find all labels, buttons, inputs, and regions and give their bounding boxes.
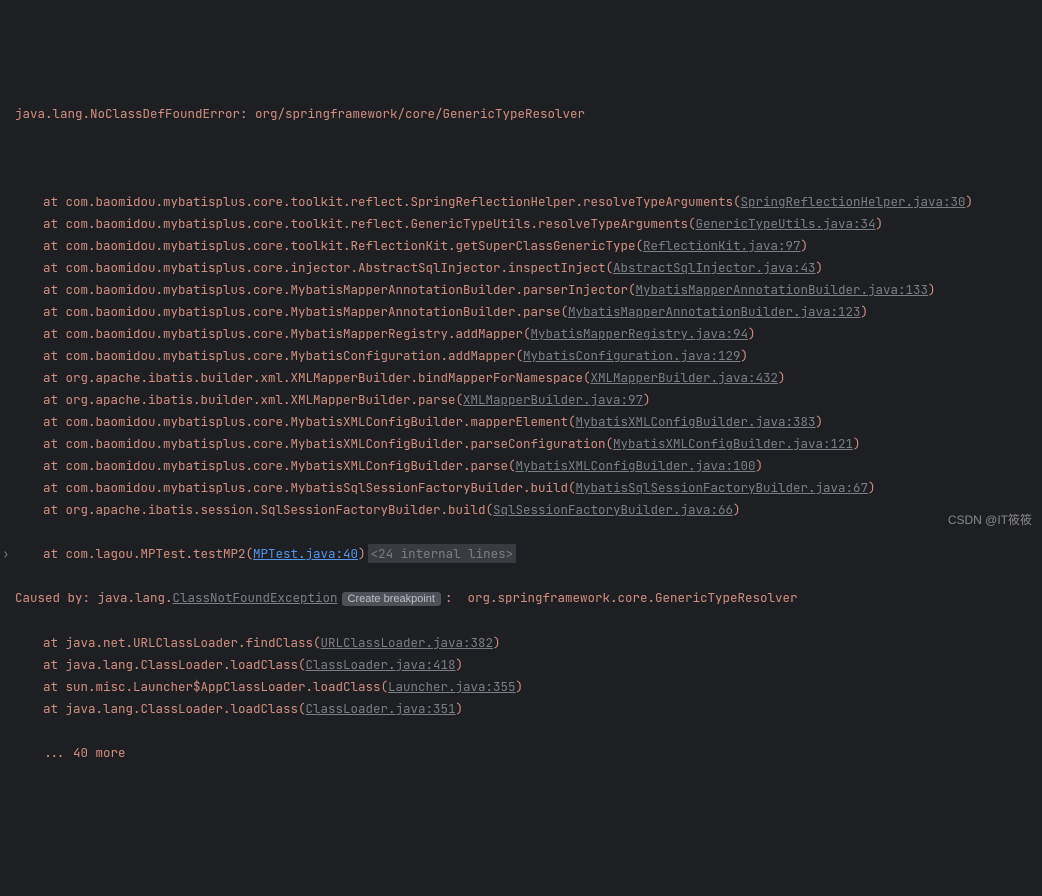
watermark: CSDN @IT筱筱: [948, 509, 1032, 531]
source-link[interactable]: MybatisMapperAnnotationBuilder.java:123: [568, 303, 861, 320]
user-frame-line: › at com.lagou.MPTest.testMP2(MPTest.java…: [0, 543, 1042, 565]
source-link[interactable]: MybatisMapperAnnotationBuilder.java:133: [636, 281, 929, 298]
source-link[interactable]: ClassLoader.java:418: [306, 656, 456, 673]
source-link[interactable]: Launcher.java:355: [388, 678, 516, 695]
stack-frame: at java.net.URLClassLoader.findClass(URL…: [0, 632, 1042, 654]
source-link[interactable]: SpringReflectionHelper.java:30: [741, 193, 966, 210]
source-link[interactable]: AbstractSqlInjector.java:43: [613, 259, 816, 276]
stack-frame: at com.baomidou.mybatisplus.core.toolkit…: [0, 235, 1042, 257]
source-link[interactable]: ReflectionKit.java:97: [643, 237, 801, 254]
stack-frame: at com.baomidou.mybatisplus.core.Mybatis…: [0, 345, 1042, 367]
source-link[interactable]: MybatisConfiguration.java:129: [523, 347, 741, 364]
stack-text: at com.baomidou.mybatisplus.core.Mybatis…: [15, 281, 936, 298]
stack-frame: at com.baomidou.mybatisplus.core.Mybatis…: [0, 411, 1042, 433]
stack-frame: at com.baomidou.mybatisplus.core.Mybatis…: [0, 433, 1042, 455]
stack-frame: at com.baomidou.mybatisplus.core.Mybatis…: [0, 301, 1042, 323]
exception-link[interactable]: ClassNotFoundException: [173, 589, 338, 606]
stack-frame: at com.baomidou.mybatisplus.core.Mybatis…: [0, 477, 1042, 499]
stack-text: at com.baomidou.mybatisplus.core.injecto…: [15, 259, 823, 276]
more-line: ... 40 more: [0, 742, 1042, 764]
stack-text: at com.baomidou.mybatisplus.core.Mybatis…: [15, 435, 861, 452]
caused-by-line: Caused by: java.lang.ClassNotFoundExcept…: [0, 587, 1042, 610]
source-link[interactable]: GenericTypeUtils.java:34: [696, 215, 876, 232]
blank-line: [0, 147, 1042, 169]
stack-frame: at org.apache.ibatis.builder.xml.XMLMapp…: [0, 367, 1042, 389]
stack-text: at com.baomidou.mybatisplus.core.Mybatis…: [15, 303, 868, 320]
source-link[interactable]: ClassLoader.java:351: [306, 700, 456, 717]
stack-frame: at com.baomidou.mybatisplus.core.Mybatis…: [0, 323, 1042, 345]
source-link[interactable]: MybatisSqlSessionFactoryBuilder.java:67: [576, 479, 869, 496]
source-link[interactable]: MybatisXMLConfigBuilder.java:100: [516, 457, 756, 474]
stack-text: at com.baomidou.mybatisplus.core.toolkit…: [15, 193, 973, 210]
source-link[interactable]: URLClassLoader.java:382: [321, 634, 494, 651]
stack-frame: at com.baomidou.mybatisplus.core.toolkit…: [0, 191, 1042, 213]
source-link[interactable]: MPTest.java:40: [253, 545, 358, 562]
at-prefix: at com.lagou.MPTest.testMP2(MPTest.java:…: [15, 545, 366, 562]
stack-text: at com.baomidou.mybatisplus.core.Mybatis…: [15, 413, 823, 430]
stack-frame: at sun.misc.Launcher$AppClassLoader.load…: [0, 676, 1042, 698]
stack-frame: at com.baomidou.mybatisplus.core.Mybatis…: [0, 455, 1042, 477]
stack-text: at com.baomidou.mybatisplus.core.toolkit…: [15, 215, 883, 232]
stack-method: com.lagou.MPTest.testMP2: [66, 545, 246, 562]
stack-text: at sun.misc.Launcher$AppClassLoader.load…: [15, 678, 523, 695]
source-link[interactable]: MybatisXMLConfigBuilder.java:121: [613, 435, 853, 452]
stack-frame: at java.lang.ClassLoader.loadClass(Class…: [0, 698, 1042, 720]
stack-text: at org.apache.ibatis.builder.xml.XMLMapp…: [15, 391, 651, 408]
stack-text: at java.lang.ClassLoader.loadClass(Class…: [15, 656, 463, 673]
collapsed-frames[interactable]: <24 internal lines>: [368, 544, 517, 563]
stack-frame: at com.baomidou.mybatisplus.core.injecto…: [0, 257, 1042, 279]
stack-text: at org.apache.ibatis.builder.xml.XMLMapp…: [15, 369, 786, 386]
stack-frame: at com.baomidou.mybatisplus.core.toolkit…: [0, 213, 1042, 235]
source-link[interactable]: SqlSessionFactoryBuilder.java:66: [493, 501, 733, 518]
stack-frame: at org.apache.ibatis.builder.xml.XMLMapp…: [0, 389, 1042, 411]
stack-text: at com.baomidou.mybatisplus.core.Mybatis…: [15, 479, 876, 496]
stack-text: at com.baomidou.mybatisplus.core.Mybatis…: [15, 325, 756, 342]
source-link[interactable]: MybatisXMLConfigBuilder.java:383: [576, 413, 816, 430]
source-link[interactable]: XMLMapperBuilder.java:432: [591, 369, 779, 386]
error-line: java.lang.NoClassDefFoundError: org/spri…: [0, 103, 1042, 125]
create-breakpoint-button[interactable]: Create breakpoint: [342, 592, 441, 606]
stack-frame: at com.baomidou.mybatisplus.core.Mybatis…: [0, 279, 1042, 301]
stack-text: at org.apache.ibatis.session.SqlSessionF…: [15, 501, 741, 518]
stack-text: at com.baomidou.mybatisplus.core.Mybatis…: [15, 457, 763, 474]
expand-chevron-icon[interactable]: ›: [2, 543, 10, 565]
stack-frame: at org.apache.ibatis.session.SqlSessionF…: [0, 499, 1042, 521]
source-link[interactable]: MybatisMapperRegistry.java:94: [531, 325, 749, 342]
stack-text: at java.lang.ClassLoader.loadClass(Class…: [15, 700, 463, 717]
source-link[interactable]: XMLMapperBuilder.java:97: [463, 391, 643, 408]
stack-text: at com.baomidou.mybatisplus.core.Mybatis…: [15, 347, 748, 364]
stack-text: at java.net.URLClassLoader.findClass(URL…: [15, 634, 501, 651]
stack-text: at com.baomidou.mybatisplus.core.toolkit…: [15, 237, 808, 254]
stack-frame: at java.lang.ClassLoader.loadClass(Class…: [0, 654, 1042, 676]
